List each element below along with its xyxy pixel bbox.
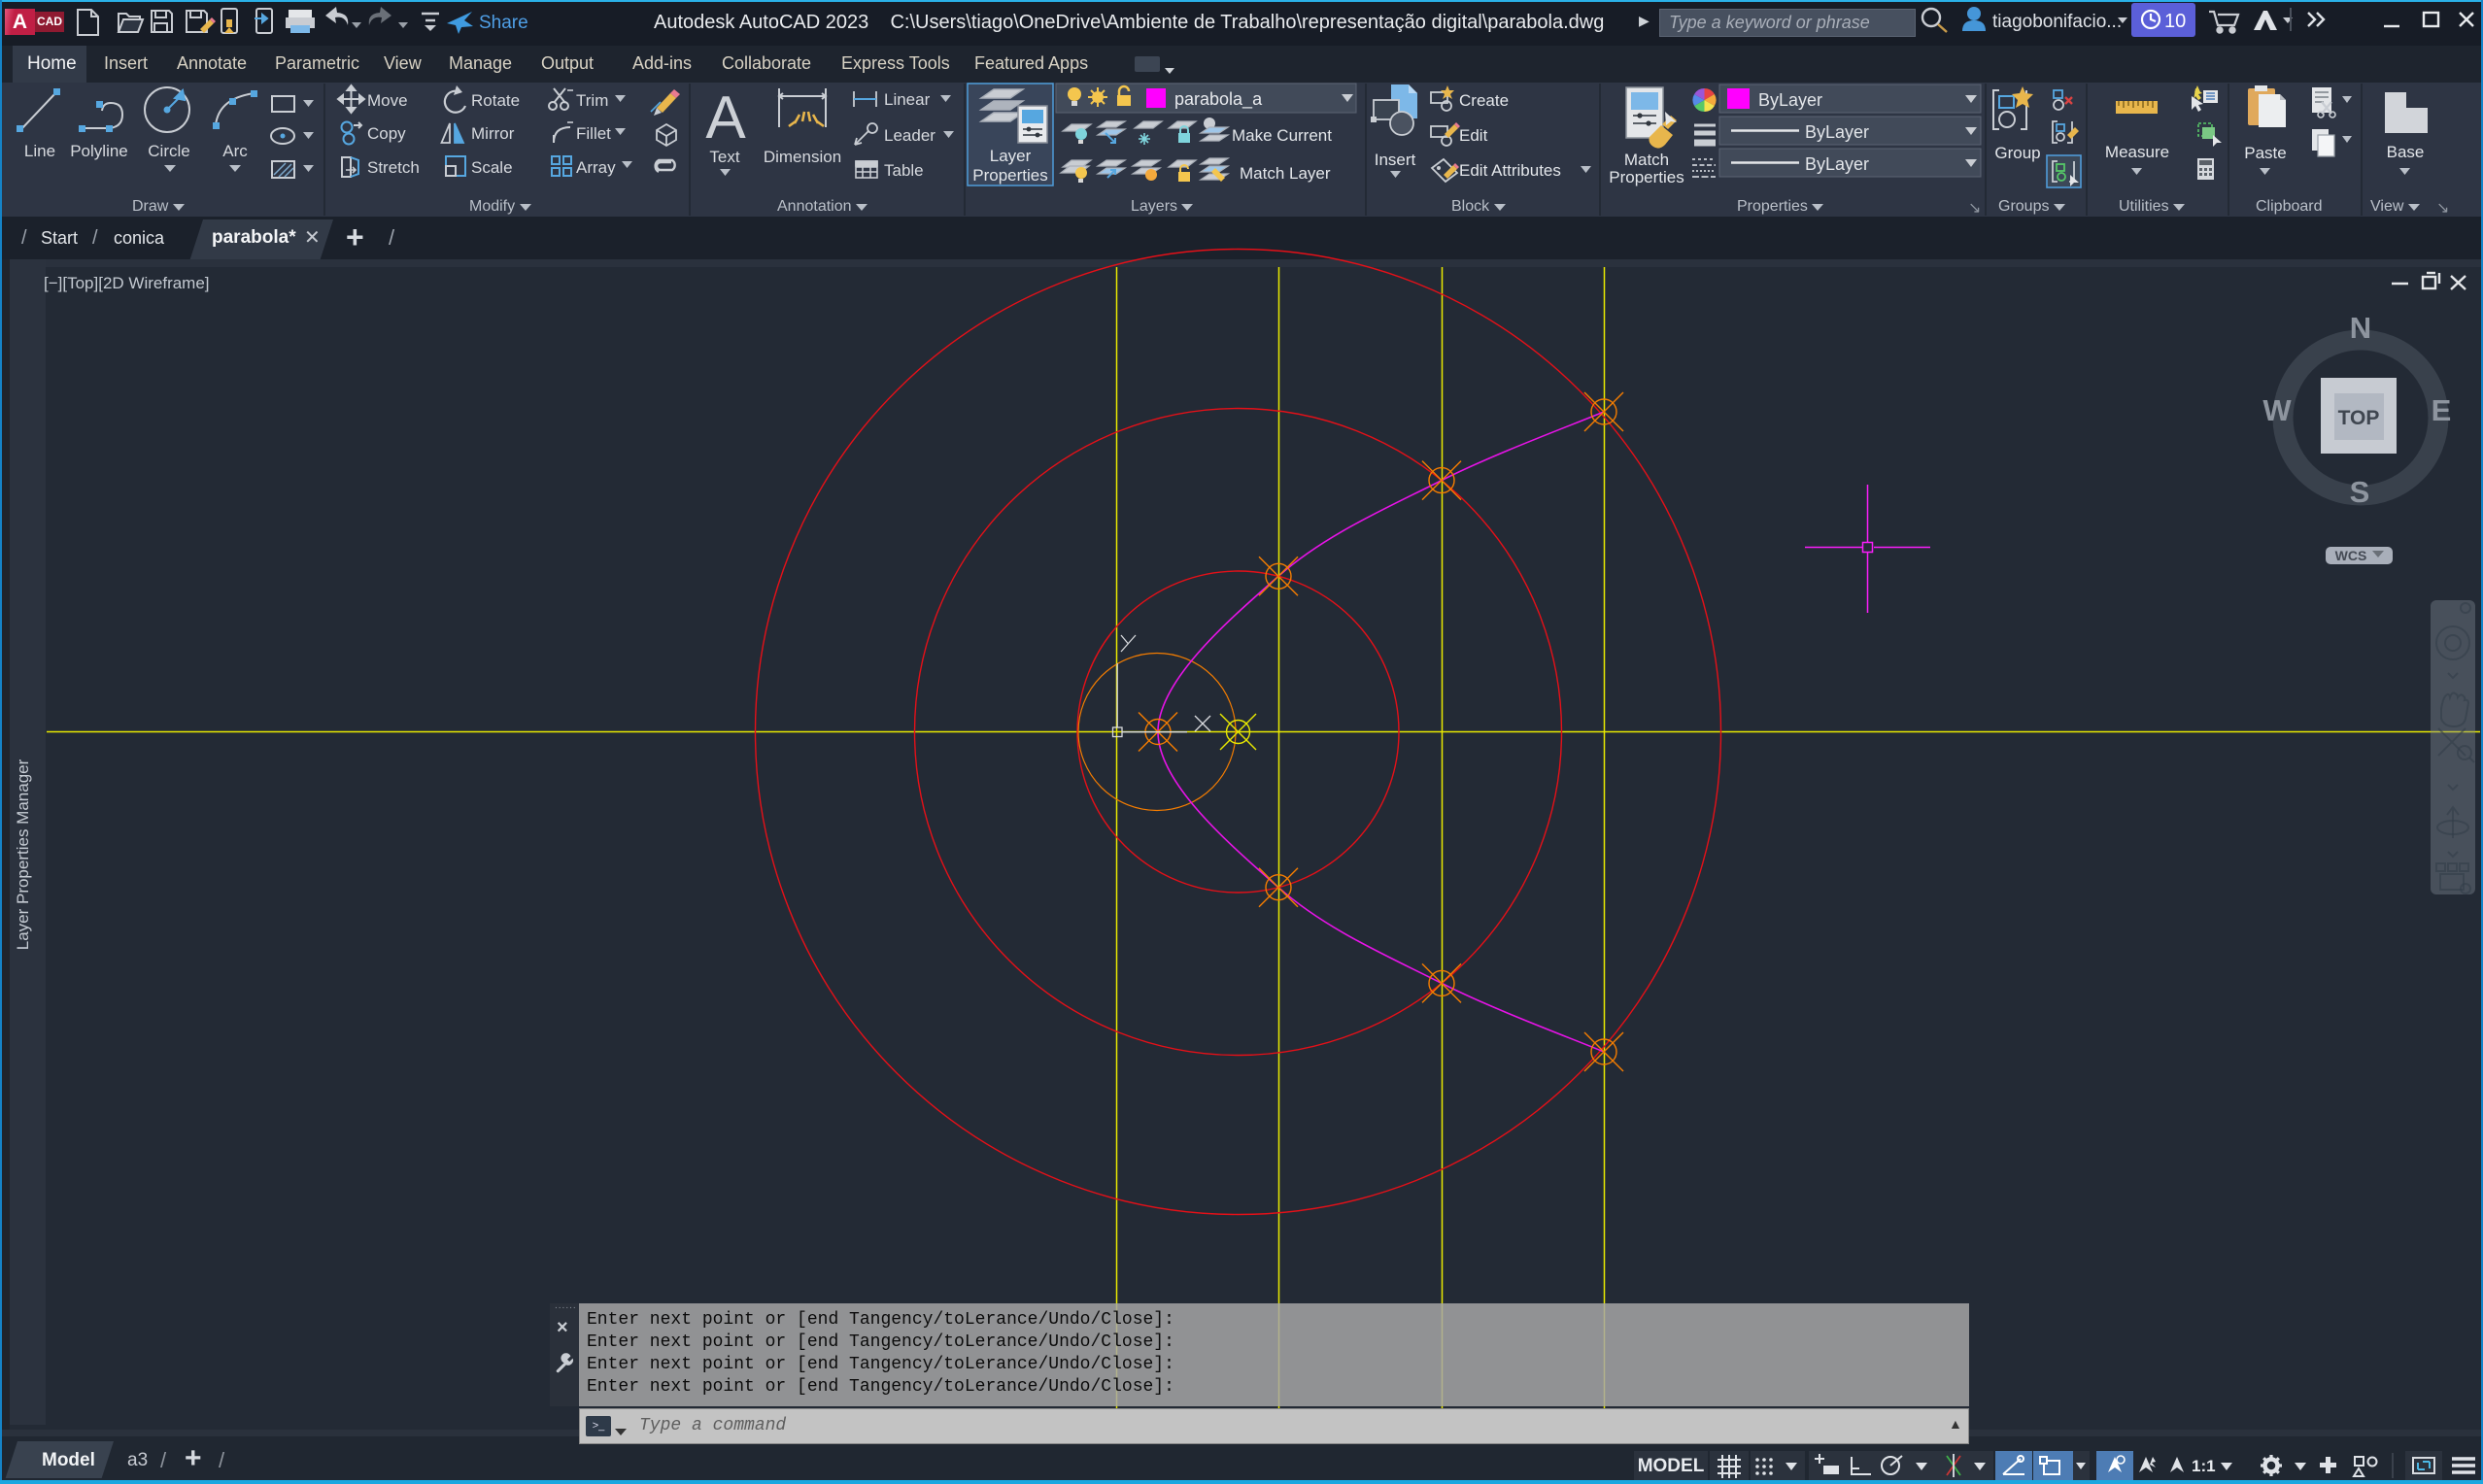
svg-text:Stretch: Stretch <box>367 158 420 177</box>
svg-text:Layer Properties Manager: Layer Properties Manager <box>14 759 32 950</box>
svg-text:Insert: Insert <box>1375 151 1416 169</box>
svg-text:Text: Text <box>709 148 739 166</box>
svg-text:Group: Group <box>1994 144 2040 162</box>
svg-text:TOP: TOP <box>2338 407 2380 429</box>
svg-text:E: E <box>2432 393 2452 427</box>
svg-text:Line: Line <box>24 142 55 160</box>
svg-text:Paste: Paste <box>2244 144 2286 162</box>
svg-text:Fillet: Fillet <box>576 124 611 143</box>
svg-text:ByLayer: ByLayer <box>1805 154 1869 174</box>
svg-text:Match Layer: Match Layer <box>1240 164 1331 183</box>
svg-text:Leader: Leader <box>884 126 935 145</box>
svg-text:ByLayer: ByLayer <box>1805 122 1869 142</box>
svg-text:Polyline: Polyline <box>70 142 128 160</box>
svg-text:Array: Array <box>576 158 616 177</box>
svg-text:Edit: Edit <box>1459 126 1488 145</box>
svg-text:WCS: WCS <box>2335 548 2367 563</box>
svg-text:Share: Share <box>479 13 528 33</box>
svg-text:Scale: Scale <box>471 158 513 177</box>
svg-text:parabola_a: parabola_a <box>1174 89 1263 110</box>
svg-text:Properties: Properties <box>972 166 1047 185</box>
svg-text:Make Current: Make Current <box>1232 126 1332 145</box>
svg-text:S: S <box>2350 475 2370 509</box>
svg-text:Table: Table <box>884 161 924 180</box>
svg-text:tiagobonifacio...: tiagobonifacio... <box>1992 12 2122 32</box>
svg-text:Base: Base <box>2387 143 2425 161</box>
svg-text:ByLayer: ByLayer <box>1758 90 1822 110</box>
svg-text:Match: Match <box>1624 151 1669 169</box>
svg-text:Trim: Trim <box>576 91 608 110</box>
svg-text:Arc: Arc <box>222 142 248 160</box>
svg-text:Dimension: Dimension <box>764 148 841 166</box>
svg-text:Move: Move <box>367 91 408 110</box>
svg-text:N: N <box>2350 311 2371 345</box>
svg-text:Linear: Linear <box>884 90 931 109</box>
svg-text:Layer: Layer <box>990 147 1032 165</box>
svg-text:Properties: Properties <box>1609 168 1684 186</box>
svg-text:A: A <box>705 84 746 152</box>
svg-text:[−][Top][2D Wireframe]: [−][Top][2D Wireframe] <box>44 274 210 292</box>
svg-text:10: 10 <box>2164 11 2186 32</box>
svg-text:MODEL: MODEL <box>1638 1456 1705 1476</box>
svg-text:Edit Attributes: Edit Attributes <box>1459 161 1561 180</box>
svg-text:Circle: Circle <box>148 142 189 160</box>
svg-text:Rotate: Rotate <box>471 91 520 110</box>
svg-text:Mirror: Mirror <box>471 124 515 143</box>
svg-text:Copy: Copy <box>367 124 406 143</box>
svg-text:Measure: Measure <box>2105 143 2169 161</box>
svg-text:W: W <box>2262 393 2292 427</box>
svg-text:1:1: 1:1 <box>2192 1457 2216 1475</box>
svg-text:Create: Create <box>1459 91 1509 110</box>
